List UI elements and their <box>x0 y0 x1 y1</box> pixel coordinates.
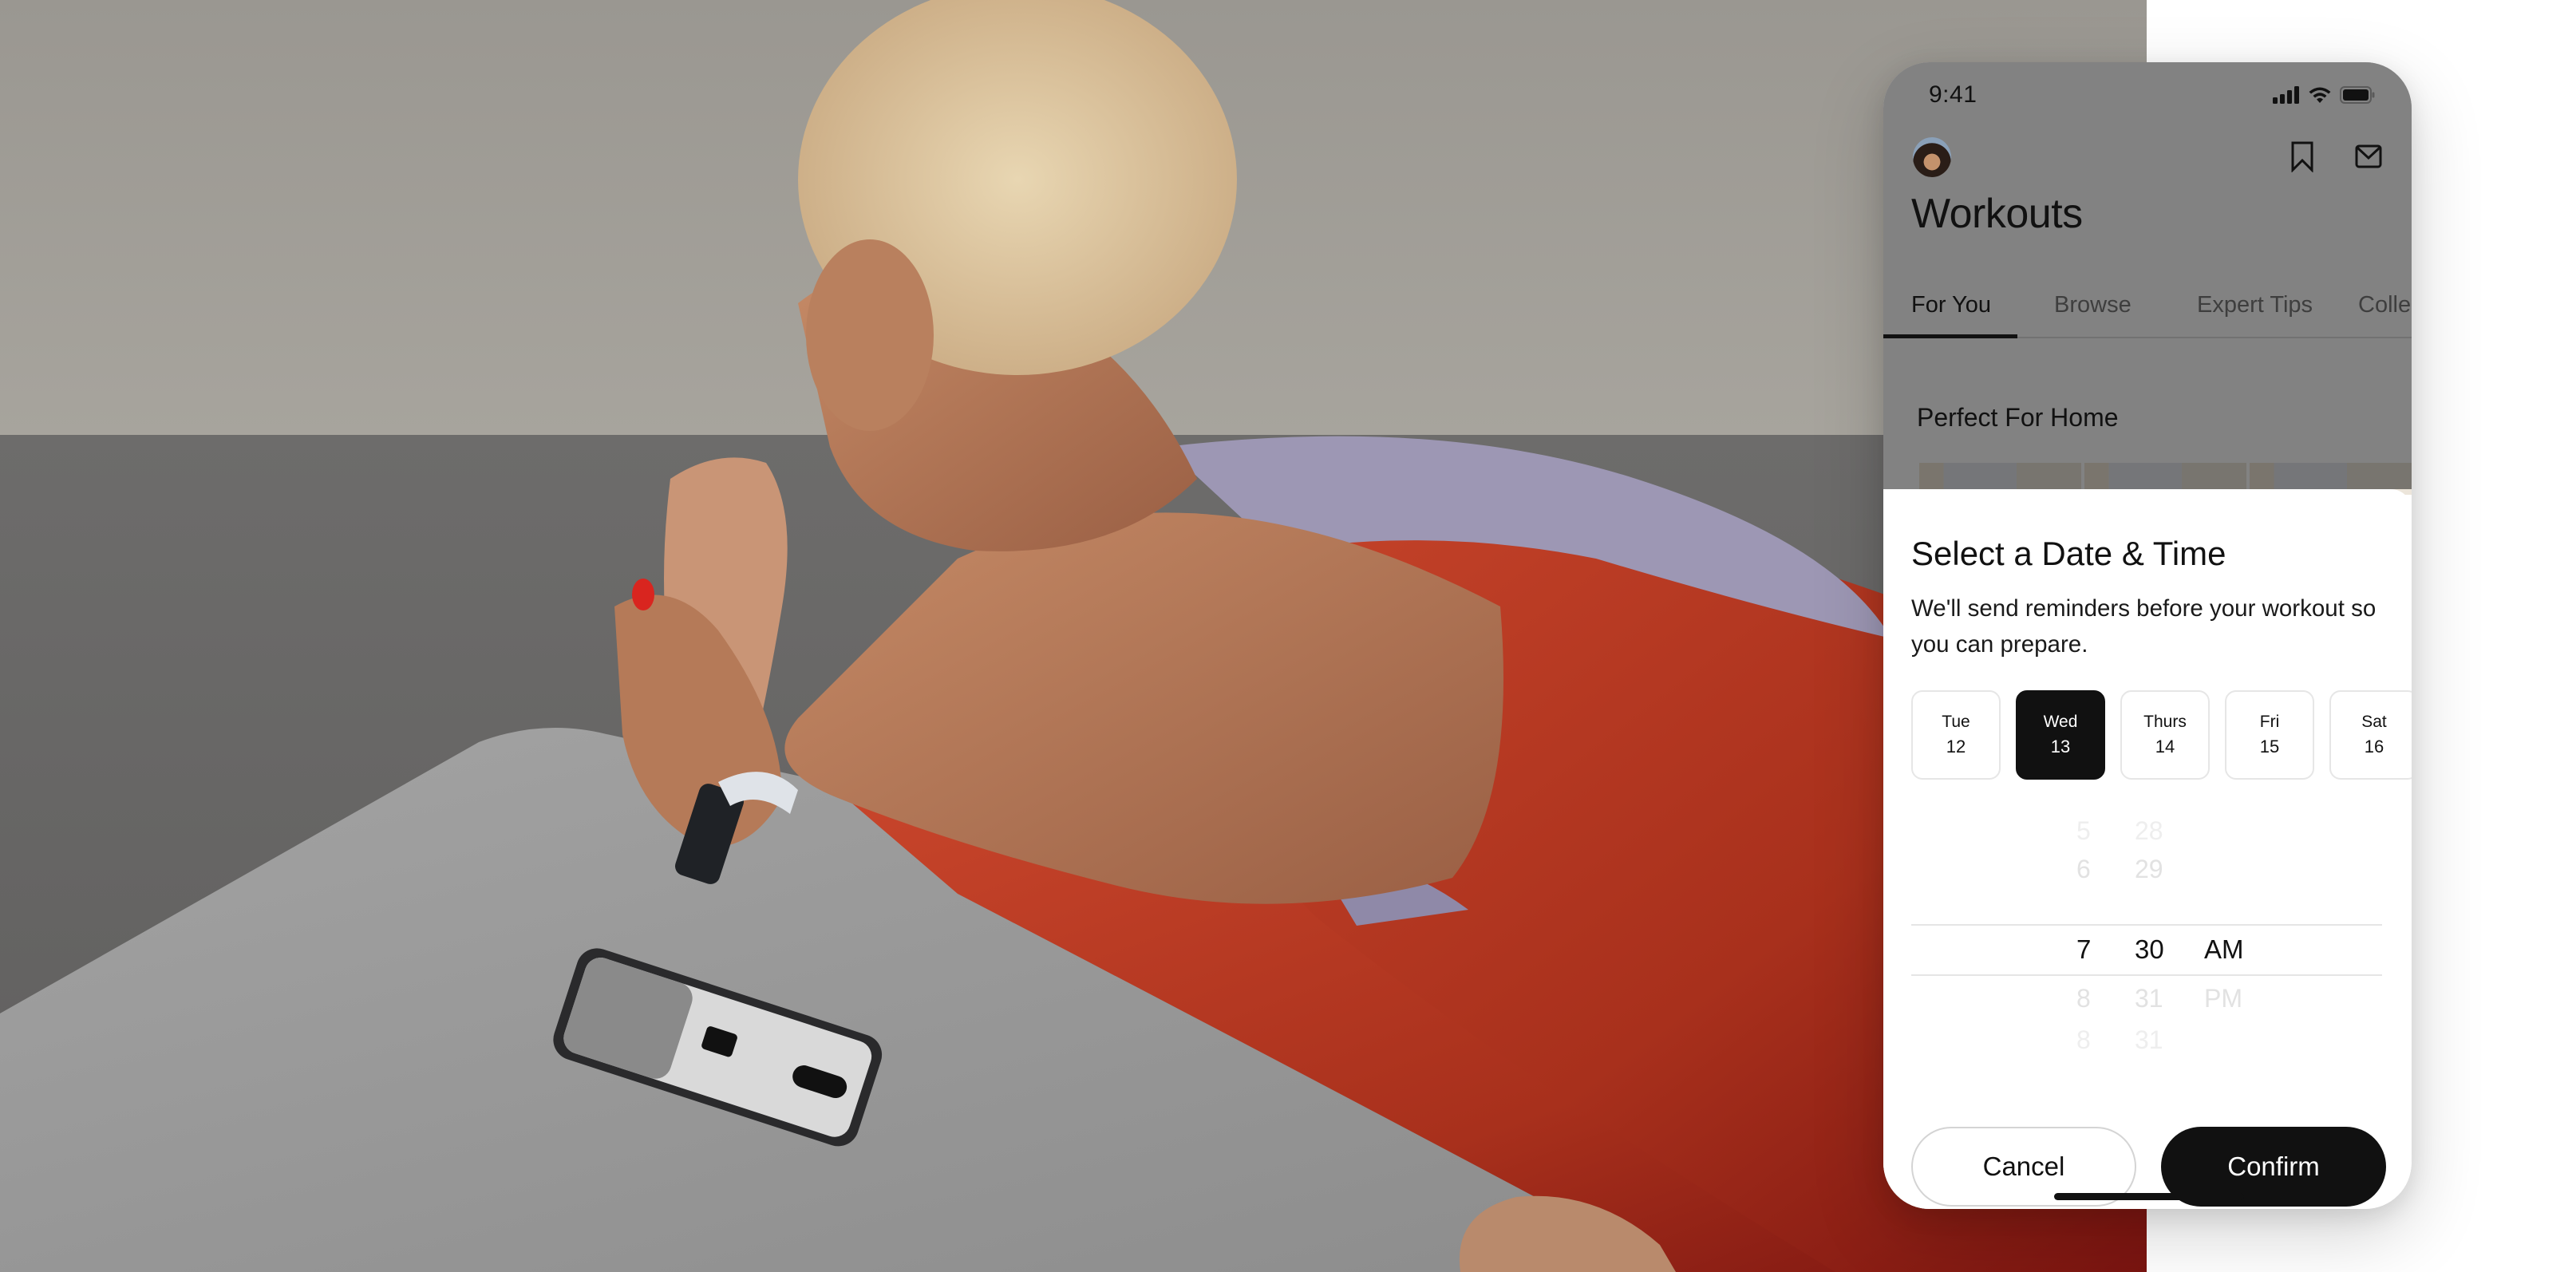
app-header <box>1883 134 2412 182</box>
tab-browse[interactable]: Browse <box>2054 292 2132 318</box>
time-picker: 5 6 7 8 8 28 29 30 31 31 AM PM <box>1911 816 2382 1056</box>
tab-collections[interactable]: Colle <box>2358 292 2411 318</box>
photo-illustration <box>0 0 2147 1272</box>
hero-photo-woman-stretching <box>0 0 2147 1272</box>
date-chip-date: 14 <box>2155 737 2175 756</box>
status-bar: 9:41 <box>1883 62 2412 126</box>
date-selector: Tue 12 Wed 13 Thurs 14 Fri 15 Sat 16 <box>1911 690 2412 780</box>
minute-option[interactable]: 29 <box>2135 855 2163 884</box>
date-time-sheet: Select a Date & Time We'll send reminder… <box>1883 489 2412 1209</box>
tab-for-you[interactable]: For You <box>1911 292 1991 318</box>
bookmark-icon <box>2290 140 2314 176</box>
date-chip-selected[interactable]: Wed 13 <box>2016 690 2105 780</box>
date-chip-date: 13 <box>2050 737 2071 756</box>
inbox-button[interactable] <box>2351 140 2386 176</box>
date-chip[interactable]: Fri 15 <box>2225 690 2314 780</box>
wifi-icon <box>2308 86 2332 108</box>
date-chip[interactable]: Thurs 14 <box>2120 690 2210 780</box>
minute-option[interactable]: 31 <box>2135 1025 2163 1055</box>
date-chip-day: Sat <box>2361 713 2387 731</box>
section-title: Perfect For Home <box>1917 403 2119 432</box>
date-chip-day: Wed <box>2043 713 2078 731</box>
date-chip[interactable]: Tue 12 <box>1911 690 2001 780</box>
tab-expert-tips[interactable]: Expert Tips <box>2197 292 2313 318</box>
date-chip-day: Tue <box>1942 713 1970 731</box>
date-chip-day: Fri <box>2259 713 2280 731</box>
page-title: Workouts <box>1911 191 2083 237</box>
date-chip-date: 16 <box>2364 737 2384 756</box>
sheet-title: Select a Date & Time <box>1911 535 2226 572</box>
date-chip-day: Thurs <box>2143 713 2187 731</box>
tab-bar: For You Browse Expert Tips Colle <box>1883 276 2412 338</box>
active-tab-indicator <box>1883 334 2017 338</box>
phone-mockup: 9:41 Workouts For You Browse Expert Tips… <box>1883 62 2412 1209</box>
battery-icon <box>2340 86 2375 108</box>
minute-option[interactable]: 28 <box>2135 816 2163 846</box>
hour-selected[interactable]: 7 <box>2076 934 2091 965</box>
avatar[interactable] <box>1913 137 1951 177</box>
status-time: 9:41 <box>1929 81 1977 108</box>
hour-option[interactable]: 8 <box>2076 1025 2091 1055</box>
cellular-signal-icon <box>2273 86 2300 108</box>
period-selected[interactable]: AM <box>2204 934 2244 965</box>
red-nail-polish <box>632 579 654 610</box>
picker-selection-line-top <box>1911 924 2382 926</box>
sheet-description: We'll send reminders before your workout… <box>1911 595 2376 658</box>
date-chip-date: 15 <box>2259 737 2280 756</box>
period-option[interactable]: PM <box>2204 984 2242 1013</box>
minute-selected[interactable]: 30 <box>2135 934 2164 965</box>
date-chip-date: 12 <box>1946 737 1966 756</box>
picker-selection-line-bottom <box>1911 974 2382 976</box>
mail-icon <box>2355 144 2382 172</box>
date-chip[interactable]: Sat 16 <box>2329 690 2412 780</box>
bookmark-button[interactable] <box>2285 140 2320 176</box>
hour-option[interactable]: 8 <box>2076 984 2091 1013</box>
hour-option[interactable]: 6 <box>2076 855 2091 884</box>
home-indicator[interactable] <box>2054 1193 2244 1200</box>
minute-option[interactable]: 31 <box>2135 984 2163 1013</box>
hour-option[interactable]: 5 <box>2076 816 2091 846</box>
